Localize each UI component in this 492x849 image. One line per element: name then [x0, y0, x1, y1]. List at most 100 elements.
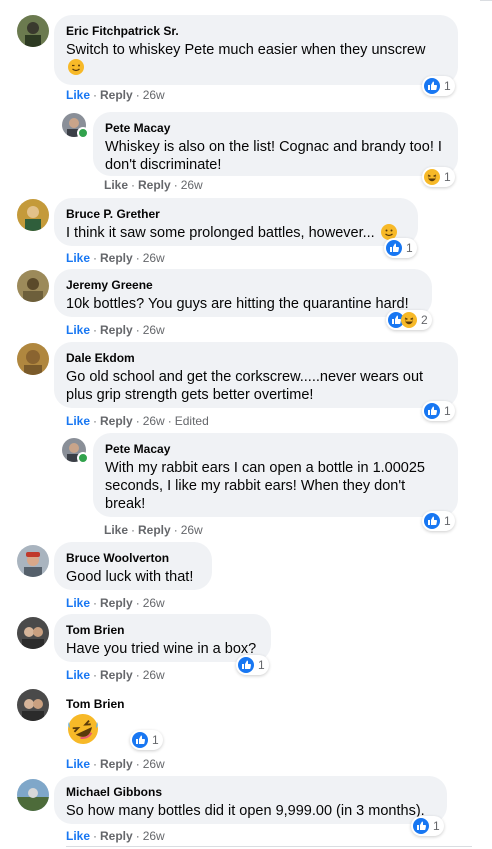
avatar[interactable] — [17, 343, 49, 375]
reaction-summary[interactable]: 1 — [384, 238, 417, 258]
comment-bubble: Michael Gibbons So how many bottles did … — [54, 776, 447, 824]
like-button[interactable]: Like — [66, 829, 90, 843]
reply-button[interactable]: Reply — [100, 757, 133, 771]
avatar[interactable] — [17, 617, 49, 649]
timestamp[interactable]: 26w — [143, 88, 165, 102]
like-button[interactable]: Like — [66, 596, 90, 610]
laughing-face-icon — [424, 169, 440, 185]
like-button[interactable]: Like — [66, 757, 90, 771]
reply-button[interactable]: Reply — [100, 596, 133, 610]
like-button[interactable]: Like — [66, 323, 90, 337]
thumbs-up-icon — [413, 818, 429, 834]
thumbs-up-icon — [424, 403, 440, 419]
reaction-summary[interactable]: 1 — [236, 655, 269, 675]
reply-button[interactable]: Reply — [100, 414, 133, 428]
comment-actions: Like · Reply · 26w — [104, 523, 203, 537]
comment-text: So how many bottles did it open 9,999.00… — [66, 803, 425, 819]
comment-text: 10k bottles? You guys are hitting the qu… — [66, 296, 409, 312]
winking-face-icon — [68, 59, 84, 75]
comment-author[interactable]: Dale Ekdom — [66, 350, 446, 366]
reaction-summary[interactable]: 1 — [411, 816, 444, 836]
comment-bubble: Dale Ekdom Go old school and get the cor… — [54, 342, 458, 408]
comment-author[interactable]: Jeremy Greene — [66, 277, 420, 293]
edited-label[interactable]: Edited — [175, 414, 209, 428]
thumbs-up-icon — [238, 657, 254, 673]
comment-actions: Like · Reply · 26w — [66, 668, 165, 682]
timestamp[interactable]: 26w — [143, 829, 165, 843]
comment-author[interactable]: Tom Brien — [66, 696, 124, 712]
laughing-face-icon — [401, 312, 417, 328]
comment-actions: Like · Reply · 26w — [66, 88, 165, 102]
timestamp[interactable]: 26w — [143, 414, 165, 428]
reply-button[interactable]: Reply — [100, 88, 133, 102]
reaction-count: 1 — [444, 404, 451, 418]
thumbs-up-icon — [132, 732, 148, 748]
comment-author[interactable]: Bruce Woolverton — [66, 550, 200, 566]
reply-button[interactable]: Reply — [138, 178, 171, 192]
avatar[interactable] — [17, 779, 49, 811]
timestamp[interactable]: 26w — [143, 757, 165, 771]
avatar[interactable] — [17, 270, 49, 302]
thumbs-up-icon — [424, 78, 440, 94]
comment-text: Good luck with that! — [66, 569, 194, 585]
like-button[interactable]: Like — [104, 178, 128, 192]
comment-author[interactable]: Bruce P. Grether — [66, 206, 406, 222]
reaction-summary[interactable]: 1 — [130, 730, 163, 750]
comment-actions: Like · Reply · 26w — [66, 596, 165, 610]
comment-bubble: Bruce Woolverton Good luck with that! — [54, 542, 212, 590]
like-button[interactable]: Like — [66, 414, 90, 428]
reaction-summary[interactable]: 1 — [422, 76, 455, 96]
timestamp[interactable]: 26w — [143, 596, 165, 610]
reaction-count: 1 — [152, 733, 159, 747]
comment-actions: Like · Reply · 26w — [66, 829, 165, 843]
comment-author[interactable]: Eric Fitchpatrick Sr. — [66, 23, 446, 39]
reply-button[interactable]: Reply — [100, 251, 133, 265]
like-button[interactable]: Like — [66, 251, 90, 265]
avatar[interactable] — [17, 689, 49, 721]
reaction-summary[interactable]: 1 — [422, 511, 455, 531]
comment-actions: Like · Reply · 26w — [66, 323, 165, 337]
comment-bubble: Pete Macay Whiskey is also on the list! … — [93, 112, 458, 176]
timestamp[interactable]: 26w — [143, 251, 165, 265]
comment-author[interactable]: Pete Macay — [105, 441, 446, 457]
rolling-laughing-face-icon — [66, 712, 100, 746]
reaction-count: 2 — [421, 313, 428, 327]
comment-text: Switch to whiskey Pete much easier when … — [66, 42, 426, 58]
comment-text: With my rabbit ears I can open a bottle … — [105, 460, 425, 512]
like-button[interactable]: Like — [66, 668, 90, 682]
like-button[interactable]: Like — [66, 88, 90, 102]
comment-bubble: Pete Macay With my rabbit ears I can ope… — [93, 433, 458, 517]
comment-author[interactable]: Pete Macay — [105, 120, 446, 136]
reply-button[interactable]: Reply — [100, 668, 133, 682]
comment-text: I think it saw some prolonged battles, h… — [66, 225, 375, 241]
timestamp[interactable]: 26w — [181, 523, 203, 537]
avatar[interactable] — [17, 545, 49, 577]
reaction-count: 1 — [433, 819, 440, 833]
online-status-indicator — [77, 127, 89, 139]
reply-button[interactable]: Reply — [138, 523, 171, 537]
avatar[interactable] — [17, 199, 49, 231]
comment-actions: Like · Reply · 26w — [104, 178, 203, 192]
thumbs-up-icon — [386, 240, 402, 256]
comment-text: Whiskey is also on the list! Cognac and … — [105, 139, 442, 173]
comment-actions: Like · Reply · 26w · Edited — [66, 414, 209, 428]
timestamp[interactable]: 26w — [181, 178, 203, 192]
avatar[interactable] — [17, 15, 49, 47]
comment-bubble: Tom Brien Have you tried wine in a box? — [54, 614, 271, 662]
timestamp[interactable]: 26w — [143, 668, 165, 682]
reaction-summary[interactable]: 1 — [422, 167, 455, 187]
thumbs-up-icon — [424, 513, 440, 529]
timestamp[interactable]: 26w — [143, 323, 165, 337]
comment-author[interactable]: Tom Brien — [66, 622, 259, 638]
comment-bubble: Jeremy Greene 10k bottles? You guys are … — [54, 269, 432, 317]
reaction-count: 1 — [258, 658, 265, 672]
comment-actions: Like · Reply · 26w — [66, 251, 165, 265]
reply-button[interactable]: Reply — [100, 829, 133, 843]
reaction-summary[interactable]: 1 — [422, 401, 455, 421]
comment-author[interactable]: Michael Gibbons — [66, 784, 435, 800]
reaction-summary[interactable]: 2 — [386, 310, 432, 330]
like-button[interactable]: Like — [104, 523, 128, 537]
reply-button[interactable]: Reply — [100, 323, 133, 337]
divider-bottom — [66, 846, 472, 847]
reaction-count: 1 — [444, 79, 451, 93]
